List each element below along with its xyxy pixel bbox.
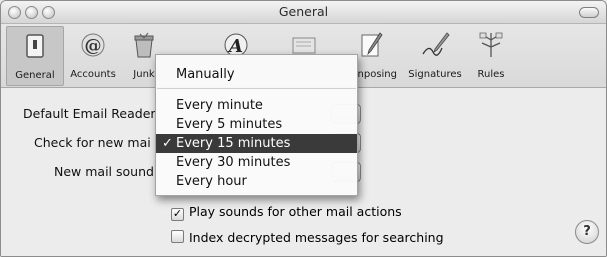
- toolbar-item-signatures[interactable]: Signatures: [403, 26, 467, 84]
- index-decrypted-checkbox[interactable]: [171, 230, 184, 243]
- svg-text:@: @: [85, 36, 102, 56]
- menu-item-label: Every 5 minutes: [176, 117, 283, 132]
- index-decrypted-row[interactable]: Index decrypted messages for searching: [171, 230, 444, 245]
- menu-item-label: Every 30 minutes: [176, 155, 291, 170]
- menu-item-label: Manually: [176, 67, 235, 82]
- toolbar-item-label: Accounts: [70, 69, 116, 80]
- signature-pen-icon: [422, 32, 450, 56]
- menu-item-every-5-minutes[interactable]: Every 5 minutes: [156, 115, 357, 134]
- play-sounds-label: Play sounds for other mail actions: [189, 204, 402, 219]
- checkmark-icon: ✓: [162, 136, 173, 151]
- menu-item-every-minute[interactable]: Every minute: [156, 96, 357, 115]
- toolbar-item-label: General: [15, 70, 55, 81]
- toolbar-item-label: Signatures: [408, 69, 462, 80]
- toolbar-item-rules[interactable]: Rules: [469, 26, 513, 84]
- new-mail-sound-label: New mail sound: [54, 164, 154, 179]
- toolbar-item-accounts[interactable]: @ Accounts: [65, 26, 121, 84]
- toolbar-item-label: Rules: [477, 69, 505, 80]
- help-button[interactable]: ?: [575, 220, 599, 244]
- menu-item-label: Every 15 minutes: [176, 136, 291, 151]
- composing-pencil-icon: [361, 32, 383, 57]
- check-mail-frequency-menu: Manually Every minute Every 5 minutes ✓ E…: [155, 54, 358, 196]
- menu-item-every-hour[interactable]: Every hour: [156, 172, 357, 191]
- toolbar-item-general[interactable]: General: [6, 26, 64, 86]
- play-sounds-row[interactable]: ✓ Play sounds for other mail actions: [171, 204, 402, 221]
- window-title: General: [278, 4, 329, 19]
- menu-item-every-15-minutes[interactable]: ✓ Every 15 minutes: [156, 134, 357, 153]
- menu-item-label: Every hour: [176, 174, 247, 189]
- preferences-window: General General @ Accounts Junk A nposin…: [0, 0, 607, 257]
- toolbar-toggle-button[interactable]: [579, 7, 599, 18]
- check-for-new-mail-label: Check for new mai: [34, 135, 151, 150]
- index-decrypted-label: Index decrypted messages for searching: [189, 230, 444, 245]
- menu-item-label: Every minute: [176, 98, 263, 113]
- play-sounds-checkbox[interactable]: ✓: [171, 208, 184, 221]
- at-sign-icon: @: [81, 33, 105, 57]
- title-bar: General: [1, 1, 606, 24]
- general-switch-icon: [26, 34, 44, 58]
- menu-separator: [157, 88, 356, 89]
- rules-icon: [479, 32, 503, 57]
- menu-item-manually[interactable]: Manually: [156, 65, 357, 84]
- default-email-reader-label: Default Email Reader: [23, 106, 156, 121]
- menu-item-every-30-minutes[interactable]: Every 30 minutes: [156, 153, 357, 172]
